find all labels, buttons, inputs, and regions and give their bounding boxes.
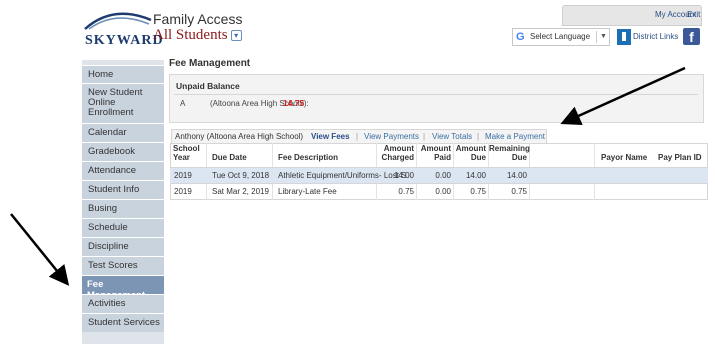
annotation-arrows [10,66,686,286]
arrow-to-fee-management [10,213,70,286]
arrow-to-make-payment [560,66,686,125]
